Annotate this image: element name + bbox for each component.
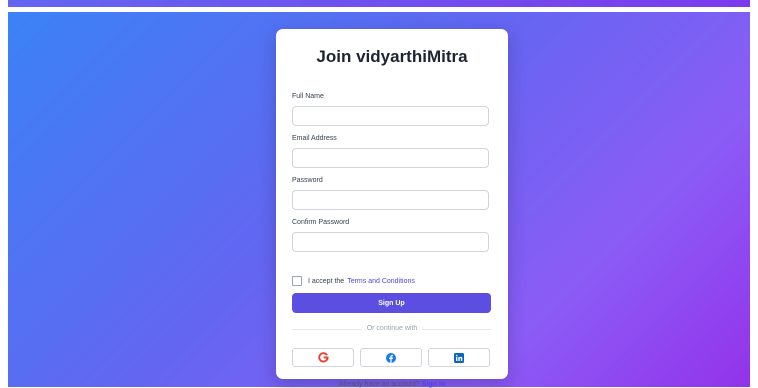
- email-input[interactable]: [292, 148, 489, 168]
- terms-link[interactable]: Terms and Conditions: [347, 278, 415, 285]
- right-gutter: [750, 0, 758, 387]
- left-gutter: [0, 0, 8, 387]
- google-button[interactable]: [292, 348, 354, 367]
- facebook-icon: [386, 352, 396, 363]
- email-label: Email Address: [292, 135, 337, 142]
- terms-checkbox[interactable]: [292, 276, 302, 286]
- linkedin-button[interactable]: [428, 348, 490, 367]
- confirm-password-label: Confirm Password: [292, 219, 350, 226]
- signup-button[interactable]: Sign Up: [292, 293, 491, 313]
- password-label: Password: [292, 177, 323, 184]
- full-name-input[interactable]: [292, 106, 489, 126]
- divider-text: Or continue with: [366, 325, 418, 332]
- terms-row: I accept the Terms and Conditions: [292, 276, 415, 286]
- confirm-password-input[interactable]: [292, 232, 489, 252]
- facebook-button[interactable]: [360, 348, 422, 367]
- signup-card: Join vidyarthiMitra Full Name Email Addr…: [276, 29, 508, 388]
- terms-text: I accept the: [308, 277, 345, 285]
- page-title: Join vidyarthiMitra: [316, 47, 468, 66]
- password-input[interactable]: [292, 190, 489, 210]
- google-icon: [317, 352, 329, 363]
- full-name-label: Full Name: [292, 93, 324, 100]
- top-strip: [8, 0, 750, 7]
- linkedin-icon: [454, 352, 464, 363]
